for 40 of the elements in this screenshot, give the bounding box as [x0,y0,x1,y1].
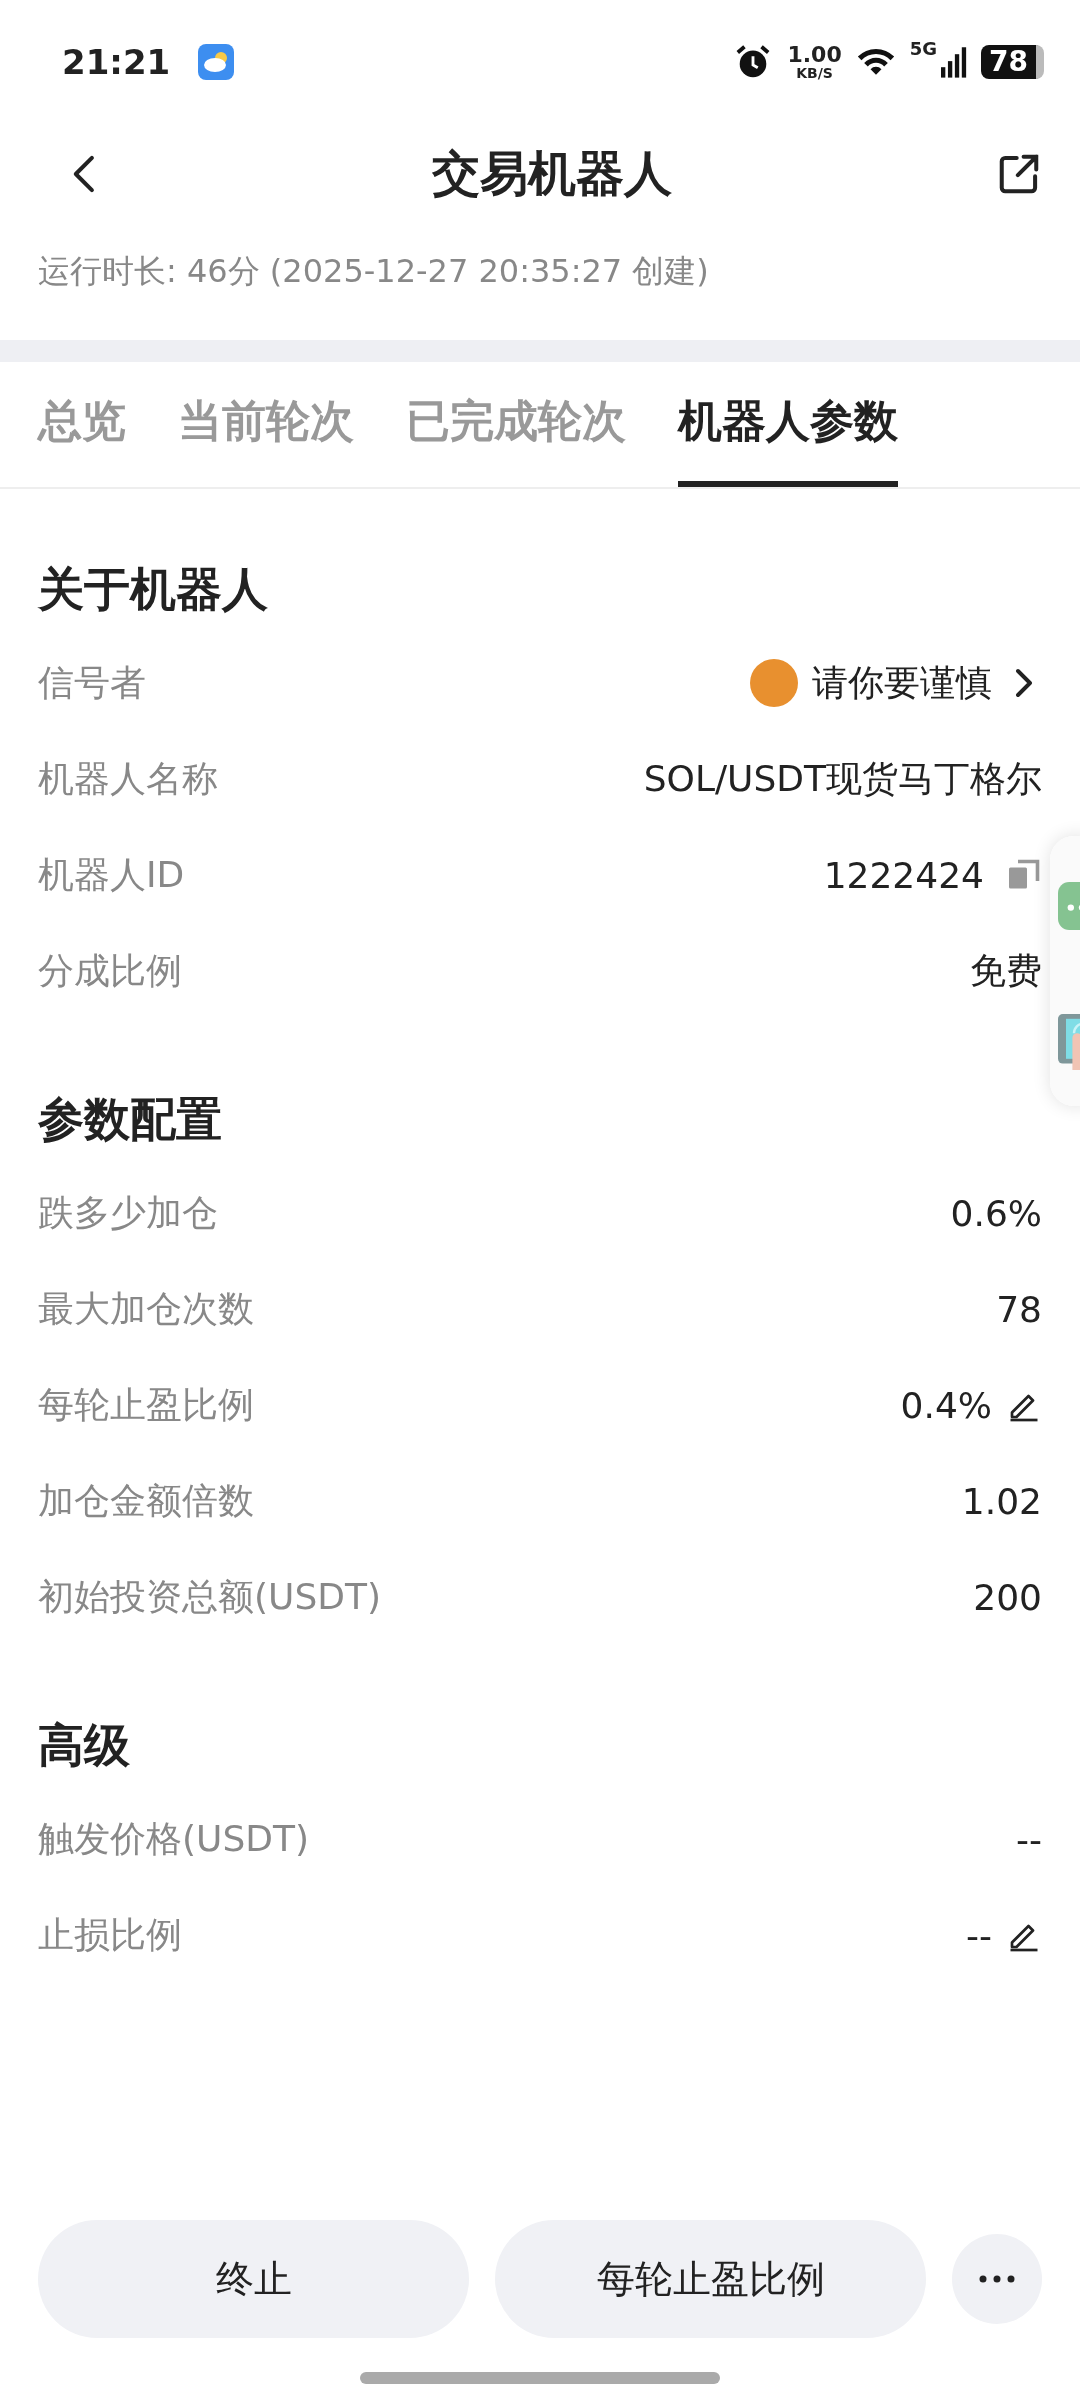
field-value: 1222424 [823,854,984,896]
signal-provider-link[interactable]: 请你要谨慎 [812,658,992,708]
floating-widget[interactable] [1050,836,1080,1106]
field-value: -- [966,1914,992,1956]
section-title: 关于机器人 [38,561,269,618]
signal-icon [941,45,968,79]
weather-app-icon [198,44,235,80]
network-type: 5G [909,38,938,59]
field-label: 信号者 [38,660,146,705]
field-label: 初始投资总额(USDT) [38,1574,381,1619]
network-speed: 1.00 [787,44,842,66]
tab[interactable]: 机器人参数 [678,362,898,487]
avatar [750,659,798,707]
field-value: 0.4% [900,1384,992,1426]
field-value: 200 [973,1576,1042,1618]
battery-level: 78 [981,45,1044,79]
field-label: 跌多少加仓 [38,1190,218,1235]
field-label: 触发价格(USDT) [38,1816,309,1861]
field-value: -- [1016,1818,1042,1860]
section-title: 高级 [38,1717,131,1774]
field-value: 0.6% [950,1192,1042,1234]
field-label: 分成比例 [38,948,182,993]
field-label: 机器人名称 [38,756,218,801]
action-button[interactable]: 终止 [38,2220,469,2338]
field-label: 每轮止盈比例 [38,1382,254,1427]
page-title: 交易机器人 [432,144,672,203]
network-speed-unit: KB/S [796,66,833,80]
field-value: 免费 [970,948,1042,993]
field-label: 止损比例 [38,1912,182,1957]
field-value: 78 [996,1288,1042,1330]
field-label: 最大加仓次数 [38,1286,254,1331]
runtime-text: 运行时长: 46分 (2025-12-27 20:35:27 创建) [37,251,710,292]
action-button[interactable]: 每轮止盈比例 [495,2220,926,2338]
field-label: 加仓金额倍数 [38,1478,254,1523]
status-time: 21:21 [62,42,171,82]
field-value: SOL/USDT现货马丁格尔 [643,756,1042,801]
field-value: 1.02 [961,1480,1042,1522]
section-title: 参数配置 [38,1091,223,1148]
more-icon [977,2274,1017,2284]
field-label: 机器人ID [38,852,185,897]
